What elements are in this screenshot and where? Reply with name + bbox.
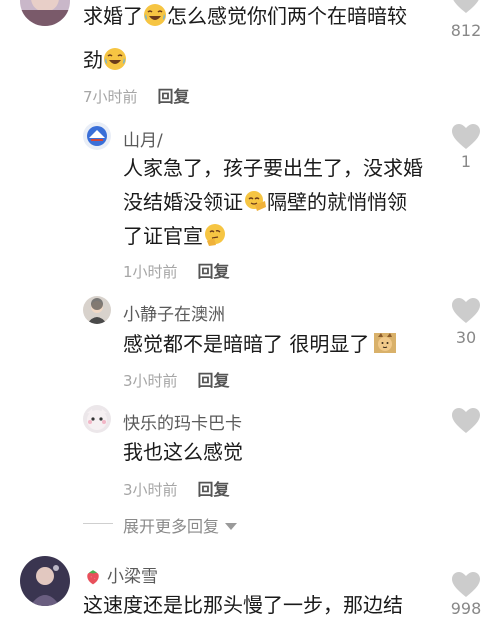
thinking-emoji (203, 223, 227, 247)
like-count: 812 (450, 21, 482, 40)
commenter-name[interactable]: 小梁雪 (107, 567, 158, 587)
reply-button[interactable]: 回复 (158, 87, 190, 106)
timestamp: 7小时前 (83, 88, 138, 106)
avatar[interactable] (83, 122, 111, 150)
commenter-name[interactable]: 山月/ (123, 126, 163, 151)
name-row: 小梁雪 (83, 562, 158, 587)
like-heart-icon[interactable] (452, 0, 480, 14)
timestamp: 3小时前 (123, 372, 178, 390)
comment-text: 求婚了 怎么感觉你们两个在暗暗较 (83, 3, 407, 28)
comment-text: 了证官宣 (123, 220, 227, 253)
comment-text: 没结婚没领证 隔壁的就悄悄领 (123, 189, 407, 214)
avatar[interactable] (83, 296, 111, 324)
expand-more-replies[interactable]: 展开更多回复 (123, 513, 238, 537)
like-count: 1 (460, 152, 472, 171)
laughing-tears-emoji (143, 3, 167, 27)
comment-text: 感觉都不是暗暗了 很明显了 (123, 328, 397, 361)
commenter-name[interactable]: 小静子在澳洲 (123, 300, 225, 325)
comment-text: 这速度还是比那头慢了一步，那边结 (83, 593, 403, 617)
comment-text: 劲 (83, 44, 127, 77)
like-count: 30 (455, 328, 477, 347)
timestamp: 3小时前 (123, 481, 178, 499)
like-count: 998 (450, 599, 482, 618)
expand-divider (83, 523, 113, 524)
reply-button[interactable]: 回复 (198, 480, 230, 499)
sly-hand-emoji (243, 189, 267, 213)
avatar[interactable] (20, 0, 70, 26)
reply-button[interactable]: 回复 (198, 262, 230, 281)
laughing-tears-emoji (103, 47, 127, 71)
reply-button[interactable]: 回复 (198, 371, 230, 390)
avatar[interactable] (20, 556, 70, 606)
comment-text: 人家急了，孩子要出生了，没求婚 (123, 156, 423, 180)
chevron-down-icon (225, 523, 238, 530)
cat-sticker (373, 331, 397, 355)
strawberry-icon (83, 566, 103, 586)
like-heart-icon[interactable] (452, 408, 480, 434)
like-heart-icon[interactable] (452, 572, 480, 598)
expand-label: 展开更多回复 (123, 517, 220, 536)
like-heart-icon[interactable] (452, 298, 480, 324)
avatar[interactable] (83, 405, 111, 433)
timestamp: 1小时前 (123, 263, 178, 281)
commenter-name[interactable]: 快乐的玛卡巴卡 (123, 409, 242, 434)
comment-text: 我也这么感觉 (123, 440, 243, 464)
like-heart-icon[interactable] (452, 124, 480, 150)
